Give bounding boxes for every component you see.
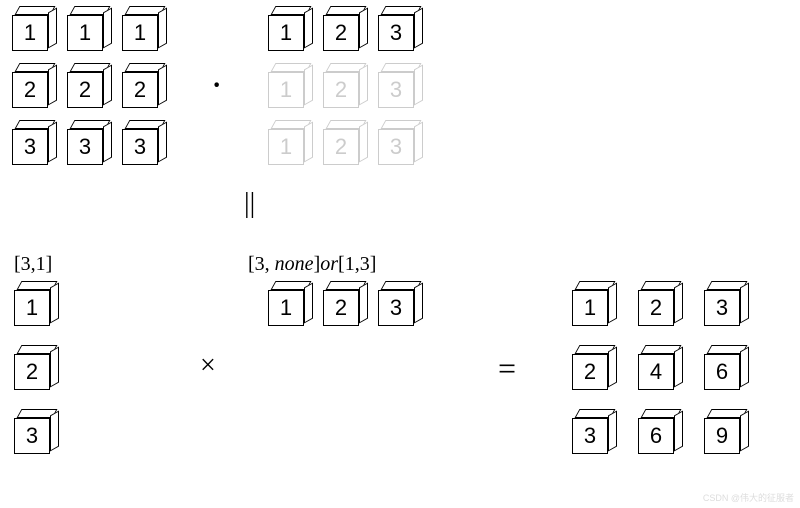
dot-operator: · [212,70,221,102]
matrixA-cell: 1 [12,15,48,51]
matrixA-cell: 3 [67,129,103,165]
times-operator: × [200,350,216,382]
colvec-cell: 1 [14,290,50,326]
result-cell: 6 [638,418,674,454]
result-cell: 1 [572,290,608,326]
matrixB-cell-faded: 2 [323,72,359,108]
matrixA-cell: 1 [67,15,103,51]
matrixB-cell: 1 [268,15,304,51]
result-cell: 9 [704,418,740,454]
matrixA-cell: 2 [122,72,158,108]
equivalence-operator: || [244,188,255,220]
colvec-cell: 3 [14,418,50,454]
rowvec-cell: 1 [268,290,304,326]
matrixA-cell: 2 [67,72,103,108]
matrixB-cell-faded: 3 [378,72,414,108]
colvec-cell: 2 [14,354,50,390]
matrixB-cell-faded: 1 [268,129,304,165]
matrixB-cell-faded: 1 [268,72,304,108]
matrixA-cell: 3 [122,129,158,165]
rowvec-cell: 3 [378,290,414,326]
matrixB-cell-faded: 3 [378,129,414,165]
matrixB-cell: 3 [378,15,414,51]
matrixB-cell: 2 [323,15,359,51]
row-shape-label: [3, none]or[1,3] [248,253,376,276]
matrixA-cell: 1 [122,15,158,51]
result-cell: 3 [572,418,608,454]
result-cell: 3 [704,290,740,326]
rowvec-cell: 2 [323,290,359,326]
result-cell: 2 [572,354,608,390]
matrixB-cell-faded: 2 [323,129,359,165]
result-cell: 4 [638,354,674,390]
matrixA-cell: 3 [12,129,48,165]
result-cell: 6 [704,354,740,390]
result-cell: 2 [638,290,674,326]
matrixA-cell: 2 [12,72,48,108]
watermark: CSDN @伟大的征服者 [703,491,794,504]
col-shape-label: [3,1] [14,253,52,276]
equals-operator: = [498,350,516,387]
